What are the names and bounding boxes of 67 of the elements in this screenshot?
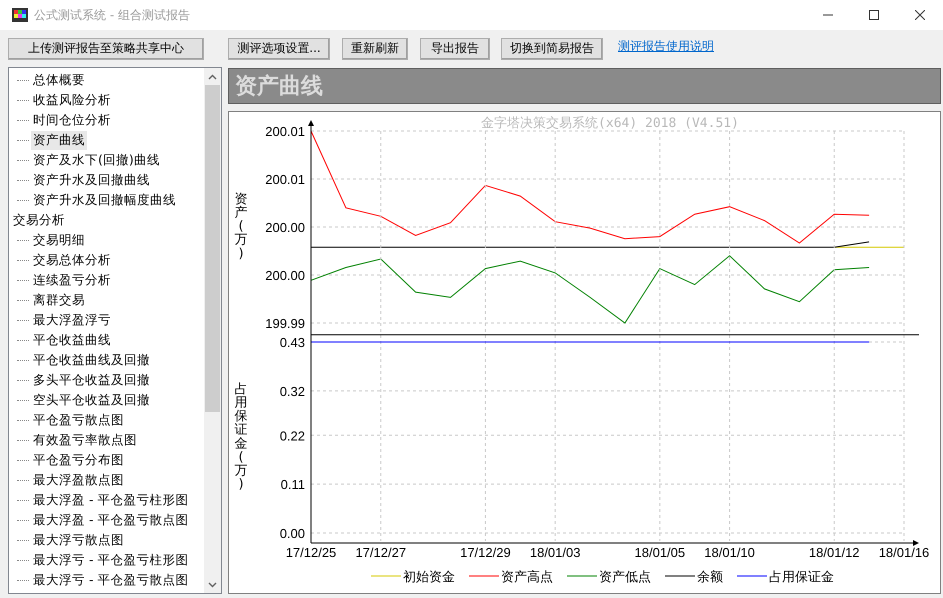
toolbar-button[interactable]: 切换到简易报告 <box>501 38 603 60</box>
tree-item[interactable]: 资产升水及回撤曲线 <box>31 170 152 190</box>
tree-item[interactable]: 有效盈亏率散点图 <box>31 430 139 450</box>
tree-item[interactable]: 最大浮盈 - 平仓盈亏柱形图 <box>31 490 190 510</box>
tree-item[interactable]: 交易总体分析 <box>31 250 113 270</box>
tree-item[interactable]: 连续盈亏分析 <box>31 270 113 290</box>
tree-item[interactable]: 资产及水下(回撤)曲线 <box>31 150 162 170</box>
tree-item[interactable]: 最大浮盈浮亏 <box>31 310 113 330</box>
legend-label: 初始资金 <box>403 570 455 585</box>
x-tick-label: 18/01/03 <box>530 545 580 560</box>
y-tick-label: 0.22 <box>280 428 305 444</box>
x-tick-label: 18/01/12 <box>808 545 860 560</box>
y-tick-label: 200.00 <box>265 220 305 235</box>
tree-item[interactable]: 多头平仓收益及回撤 <box>31 370 152 390</box>
chart-title: 金字塔决策交易系统(x64) 2018 (V4.51) <box>481 116 739 131</box>
y-tick-label: 199.99 <box>265 316 305 331</box>
tree-item[interactable]: 总体概要 <box>31 70 87 90</box>
app-icon <box>12 8 28 22</box>
close-icon[interactable] <box>915 10 925 20</box>
tree-item[interactable]: 资产曲线 <box>31 130 87 150</box>
y-tick-label: 0.32 <box>280 384 305 399</box>
toolbar-button[interactable]: 上传测评报告至策略共享中心 <box>8 38 204 60</box>
y-tick-label: 0.00 <box>280 526 305 541</box>
y-tick-label: 200.01 <box>265 172 305 187</box>
y-axis-label: 占用保证金(万) <box>234 382 248 492</box>
tree-item[interactable]: 平仓收益曲线及回撤 <box>31 350 152 370</box>
tree-item[interactable]: 离群交易 <box>31 290 87 310</box>
tree-item[interactable]: 平仓收益曲线 <box>31 330 113 350</box>
y-axis-label: 资产(万) <box>234 192 248 262</box>
help-link[interactable]: 测评报告使用说明 <box>618 38 714 55</box>
toolbar-button[interactable]: 导出报告 <box>420 38 490 60</box>
tree-item[interactable]: 最大浮亏 - 平仓盈亏柱形图 <box>31 550 190 570</box>
tree-item[interactable]: 平仓盈亏散点图 <box>31 410 126 430</box>
legend-label: 余额 <box>697 570 723 585</box>
scroll-down-icon[interactable] <box>208 582 217 588</box>
scroll-up-icon[interactable] <box>208 74 217 80</box>
tree-item[interactable]: 收益风险分析 <box>31 90 113 110</box>
y-tick-label: 200.01 <box>265 124 305 139</box>
legend-label: 占用保证金 <box>769 570 834 585</box>
tree-item[interactable]: 最大浮亏散点图 <box>31 530 126 550</box>
toolbar-button[interactable]: 测评选项设置... <box>228 38 330 60</box>
section-title: 资产曲线 <box>235 72 323 101</box>
window-title: 公式测试系统 - 组合测试报告 <box>34 6 191 24</box>
y-tick-label: 0.11 <box>280 477 305 492</box>
legend-label: 资产高点 <box>501 570 553 585</box>
legend-label: 资产低点 <box>599 570 651 585</box>
x-tick-label: 18/01/16 <box>878 545 930 560</box>
tree-item[interactable]: 交易分析 <box>11 210 67 230</box>
tree-item[interactable]: 空头平仓收益及回撤 <box>31 390 152 410</box>
tree-item[interactable]: 资产升水及回撤幅度曲线 <box>31 190 178 210</box>
tree-item[interactable]: 最大浮盈散点图 <box>31 470 126 490</box>
x-tick-label: 17/12/27 <box>355 545 406 560</box>
maximize-icon[interactable] <box>869 10 879 20</box>
x-tick-label: 18/01/10 <box>704 545 755 560</box>
x-tick-label: 18/01/05 <box>634 545 686 560</box>
x-tick-label: 17/12/29 <box>460 545 511 560</box>
y-tick-label: 0.43 <box>280 335 305 350</box>
tree-item[interactable]: 最大浮盈 - 平仓盈亏散点图 <box>31 510 190 530</box>
toolbar-button[interactable]: 重新刷新 <box>342 38 408 60</box>
scrollbar[interactable] <box>204 68 221 593</box>
scroll-thumb[interactable] <box>205 85 220 412</box>
y-tick-label: 200.00 <box>265 268 305 283</box>
tree-item[interactable]: 交易明细 <box>31 230 87 250</box>
tree-item[interactable]: 最大浮亏 - 平仓盈亏散点图 <box>31 570 190 590</box>
x-tick-label: 17/12/25 <box>286 545 336 560</box>
tree-item[interactable]: 平仓盈亏分布图 <box>31 450 126 470</box>
tree-item[interactable]: 时间仓位分析 <box>31 110 113 130</box>
